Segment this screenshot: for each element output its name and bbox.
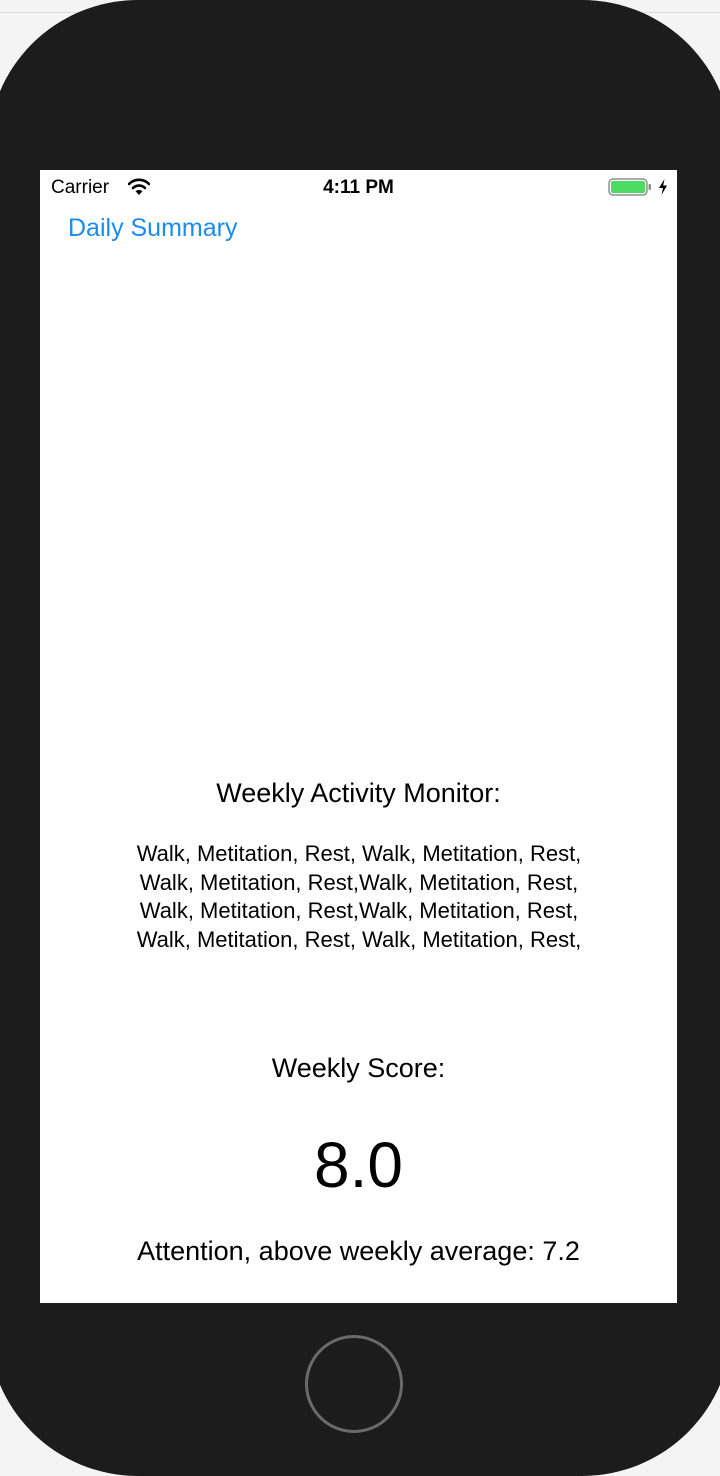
status-bar: Carrier 4:11 PM (40, 170, 677, 204)
daily-summary-back-button[interactable]: Daily Summary (68, 214, 237, 243)
weekly-activity-list: Walk, Metitation, Rest, Walk, Metitation… (136, 841, 582, 952)
status-time: 4:11 PM (323, 177, 394, 198)
phone-frame: Carrier 4:11 PM Daily Summary Weekly Act… (0, 0, 720, 1476)
attention-message: Attention, above weekly average: 7.2 (137, 1236, 580, 1266)
weekly-score-value: 8.0 (314, 1129, 403, 1201)
device-screen: Carrier 4:11 PM Daily Summary Weekly Act… (40, 170, 677, 1303)
home-button[interactable] (305, 1335, 403, 1433)
weekly-activity-title: Weekly Activity Monitor: (216, 778, 501, 808)
charging-bolt-icon (659, 179, 667, 195)
weekly-score-label: Weekly Score: (271, 1053, 446, 1083)
battery-icon (608, 178, 651, 196)
